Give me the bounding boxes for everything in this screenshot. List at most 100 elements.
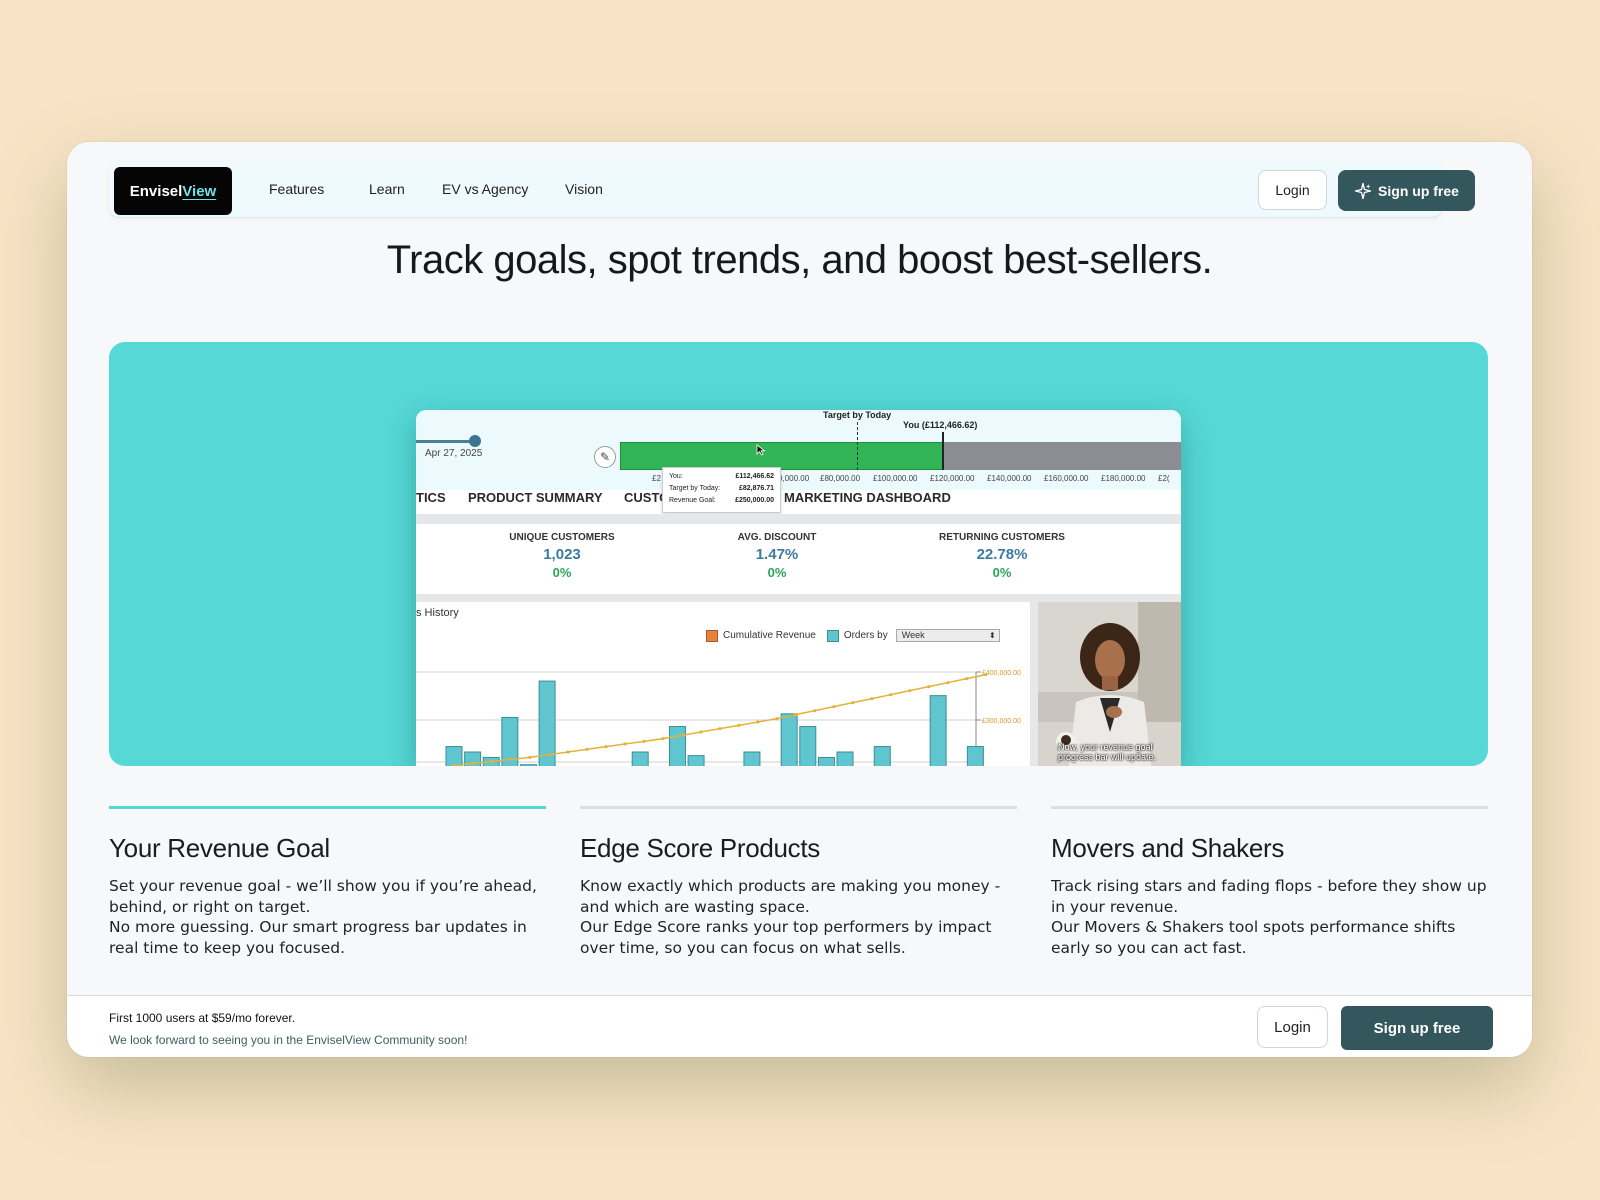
nav-link-vision[interactable]: Vision: [565, 181, 603, 197]
chart-legend: Cumulative Revenue Orders by Week ⬍: [706, 629, 1000, 642]
tooltip-row: Revenue Goal: £250,000.00: [669, 497, 774, 504]
date-slider-handle[interactable]: [469, 435, 481, 447]
tab-analytics[interactable]: TICS: [416, 490, 446, 505]
feature-title: Your Revenue Goal: [109, 833, 330, 863]
tooltip-label: Target by Today:: [669, 485, 721, 492]
revenue-point: [756, 720, 760, 724]
tooltip-label: You:: [669, 473, 683, 480]
kpi-returning-customers: RETURNING CUSTOMERS 22.78% 0%: [912, 532, 1092, 580]
divider: [416, 594, 1181, 602]
dashboard-preview: Apr 27, 2025 ✎ Target by Today You (£112…: [416, 410, 1181, 766]
axis-tick: £160,000.00: [1044, 474, 1089, 483]
logo-text-view: View: [182, 182, 217, 200]
video-caption: Now, your revenue goal progress bar will…: [1058, 742, 1157, 762]
order-bar: [631, 751, 649, 766]
revenue-point: [737, 723, 741, 727]
nav-link-ev-vs-agency[interactable]: EV vs Agency: [442, 181, 528, 197]
revenue-point: [509, 757, 513, 761]
revenue-point: [528, 755, 532, 759]
feature-movers-shakers[interactable]: Movers and Shakers Track rising stars an…: [1051, 806, 1488, 958]
revenue-point: [699, 730, 703, 734]
axis-tick: £80,000.00: [820, 474, 861, 483]
feature-revenue-goal[interactable]: Your Revenue Goal Set your revenue goal …: [109, 806, 546, 958]
pencil-icon: ✎: [599, 450, 611, 464]
feature-progress-bar: [109, 806, 546, 809]
target-marker-label: Target by Today: [823, 410, 892, 420]
tutorial-video[interactable]: Now, your revenue goal progress bar will…: [1038, 602, 1181, 766]
footer-signup-button[interactable]: Sign up free: [1341, 1006, 1493, 1050]
hero-showcase: Apr 27, 2025 ✎ Target by Today You (£112…: [109, 342, 1488, 766]
feature-description: Track rising stars and fading flops - be…: [1051, 876, 1488, 958]
legend-label-revenue: Cumulative Revenue: [723, 630, 816, 641]
order-bar: [668, 726, 686, 766]
feature-title: Movers and Shakers: [1051, 833, 1285, 863]
progress-tooltip: You: £112,466.62 Target by Today: £82,87…: [662, 467, 781, 513]
feature-description-line: Set your revenue goal - we’ll show you i…: [109, 877, 537, 916]
tooltip-label: Revenue Goal:: [669, 497, 716, 504]
kpi-value: 22.78%: [976, 546, 1028, 563]
revenue-progress-remaining: [943, 442, 1181, 470]
date-label: Apr 27, 2025: [425, 448, 483, 459]
revenue-point: [775, 717, 779, 721]
feature-description-line: Track rising stars and fading flops - be…: [1051, 877, 1487, 916]
kpi-value: 1.47%: [755, 546, 799, 563]
legend-swatch-revenue: [706, 629, 718, 642]
order-bar: [929, 695, 947, 766]
order-bar: [743, 751, 761, 766]
order-bar: [817, 756, 835, 766]
kpi-value: 1,023: [543, 546, 581, 563]
revenue-point: [490, 759, 494, 763]
axis-tick: £120,000.00: [930, 474, 975, 483]
footer-offer: First 1000 users at $59/mo forever.: [109, 1011, 296, 1025]
order-bar: [538, 680, 556, 766]
period-select[interactable]: Week ⬍: [895, 629, 1000, 642]
revenue-point: [642, 739, 646, 743]
divider: [416, 514, 1181, 524]
edit-goal-button[interactable]: ✎: [594, 446, 616, 468]
y2-tick-label: £400,000.00: [982, 670, 1021, 677]
feature-edge-score[interactable]: Edge Score Products Know exactly which p…: [580, 806, 1017, 958]
tooltip-value: £250,000.00: [735, 497, 774, 504]
signup-button-label: Sign up free: [1378, 182, 1459, 199]
progress-header: Apr 27, 2025 ✎ Target by Today You (£112…: [416, 410, 1181, 490]
logo[interactable]: Envisel View: [114, 167, 232, 215]
axis-tick: £100,000.00: [873, 474, 918, 483]
kpi-label: AVG. DISCOUNT: [737, 532, 817, 543]
login-button[interactable]: Login: [1258, 170, 1327, 210]
top-nav: Envisel View Features Learn EV vs Agency …: [109, 162, 1475, 217]
kpi-unique-customers: UNIQUE CUSTOMERS 1,023 0%: [472, 532, 652, 580]
feature-progress-bar: [1051, 806, 1488, 809]
tooltip-value: £82,876.71: [738, 485, 774, 492]
order-bar: [445, 746, 463, 766]
revenue-point: [889, 693, 893, 697]
revenue-point: [623, 742, 627, 746]
tab-marketing-dashboard[interactable]: MARKETING DASHBOARD: [784, 490, 951, 505]
browser-window: Envisel View Features Learn EV vs Agency …: [67, 142, 1532, 1057]
feature-description-line: Our Edge Score ranks your top performers…: [580, 918, 992, 957]
revenue-point: [794, 713, 798, 717]
target-marker: [857, 422, 858, 470]
nav-link-learn[interactable]: Learn: [369, 181, 405, 197]
order-bar: [873, 746, 891, 766]
revenue-progress-filled[interactable]: [620, 442, 943, 470]
axis-tick: 0,000.00: [778, 474, 810, 483]
cursor-icon: [756, 444, 766, 456]
kpi-change: 0%: [552, 565, 572, 580]
kpi-row: UNIQUE CUSTOMERS 1,023 0% AVG. DISCOUNT …: [416, 524, 1181, 594]
order-bar: [519, 764, 537, 766]
order-bar: [780, 713, 798, 766]
kpi-change: 0%: [767, 565, 787, 580]
order-bar: [966, 746, 984, 766]
divider: [1030, 602, 1038, 766]
feature-description-line: Our Movers & Shakers tool spots performa…: [1051, 918, 1456, 957]
you-marker-label: You (£112,466.62): [903, 420, 978, 430]
sparkle-icon: [1354, 182, 1372, 199]
feature-description: Know exactly which products are making y…: [580, 876, 1017, 958]
signup-button[interactable]: Sign up free: [1338, 170, 1475, 211]
axis-tick: £140,000.00: [987, 474, 1032, 483]
footer-login-button[interactable]: Login: [1257, 1006, 1328, 1048]
revenue-point: [851, 701, 855, 705]
y2-tick-label: £300,000.00: [982, 718, 1021, 725]
nav-link-features[interactable]: Features: [269, 181, 324, 197]
tab-product-summary[interactable]: PRODUCT SUMMARY: [468, 490, 603, 505]
